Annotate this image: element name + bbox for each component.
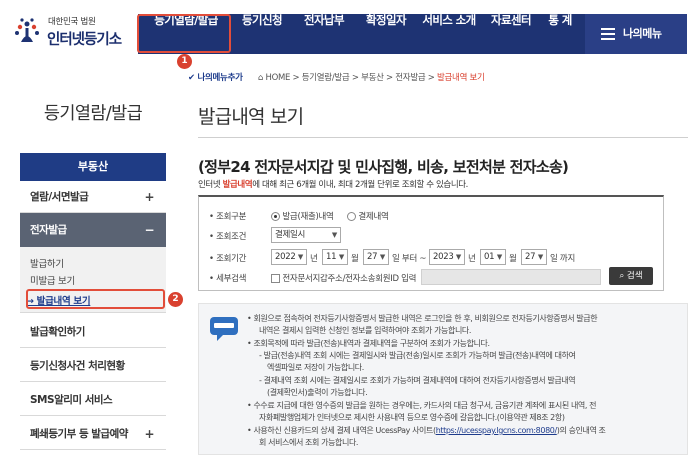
- radio-payment-history[interactable]: 결제내역: [347, 210, 389, 222]
- nav-service-intro[interactable]: 서비스 소개: [416, 0, 482, 40]
- court-logo[interactable]: 대한민국 법원 인터넷등기소: [10, 10, 128, 50]
- chevron-down-icon: ▼: [331, 231, 337, 239]
- breadcrumb-item[interactable]: 부동산: [361, 73, 384, 83]
- step-badge-1: 1: [177, 54, 192, 69]
- row-query-period: • 조회기간 2022 ▼ 년 11 ▼ 월 27 ▼ 일 부터 ~ 2023 ▼ 년 …: [209, 249, 659, 265]
- minus-icon: −: [144, 223, 154, 237]
- hamburger-icon: [601, 28, 615, 40]
- chevron-down-icon: ▼: [496, 253, 502, 261]
- breadcrumb-path: ⌂ HOME > 등기열람/발급 > 부동산 > 전자발급 > 발급내역 보기: [258, 73, 485, 83]
- sidebar-item-label: 등기신청사건 처리현황: [30, 360, 125, 372]
- service-headline: (정부24 전자문서지갑 및 민사집행, 비송, 보전처분 전자소송): [198, 158, 569, 176]
- breadcrumb-item[interactable]: 전자발급: [395, 73, 425, 83]
- notice-line: • 사용하신 신용카드의 상세 결제 내역은 UcessPay 사이트(http…: [247, 426, 606, 435]
- chevron-down-icon: ▼: [338, 253, 344, 261]
- plus-icon: +: [144, 427, 154, 441]
- chevron-down-icon: ▼: [455, 253, 461, 261]
- query-period-label: • 조회기간: [209, 254, 247, 264]
- detail-search-checkbox[interactable]: 전자문서지갑주소/전자소송회원ID 입력: [271, 272, 416, 284]
- nav-e-payment[interactable]: 전자납부: [292, 0, 356, 40]
- nav-highlight-box: [137, 14, 231, 53]
- row-detail-search: • 세부검색 전자문서지갑주소/전자소송회원ID 입력: [209, 269, 609, 285]
- sidebar-item-label: 열람/서면발급: [30, 191, 89, 203]
- submenu-issue[interactable]: 발급하기: [30, 256, 64, 270]
- step-badge-2: 2: [168, 292, 183, 307]
- notice-line: 내역은 결제시 입력한 신청인 정보를 입력하여야 조회가 가능합니다.: [259, 326, 472, 335]
- search-form: • 조회구분 발급(재출)내역 결제내역 • 조회조건 결제일시 ▼ • 조회기간…: [198, 195, 664, 291]
- detail-search-label: • 세부검색: [209, 274, 247, 284]
- sidebar-item-e-issue[interactable]: 전자발급 −: [20, 213, 166, 247]
- my-menu-label: 나의메뉴: [623, 27, 662, 40]
- chevron-down-icon: ▼: [537, 253, 543, 261]
- notice-line: 엑셀파일로 저장이 가능합니다.: [267, 363, 364, 372]
- nav-statistics[interactable]: 통 계: [540, 0, 580, 40]
- header: 대한민국 법원 인터넷등기소 등기열람/발급 등기신청 전자납부 확정일자 서비…: [0, 0, 698, 62]
- notice-line: • 조회목적에 따라 발급(전송)내역과 결제내역을 구분하여 조회가 가능합니…: [247, 339, 490, 348]
- page-title: 발급내역 보기: [198, 106, 304, 128]
- notice-line: (결제확인서)출력이 가능합니다.: [267, 388, 368, 397]
- submenu-highlight-box: [26, 289, 165, 309]
- submenu-unissued[interactable]: 미발급 보기: [30, 273, 75, 287]
- to-day-select[interactable]: 27 ▼: [521, 249, 547, 265]
- sidebar-title: 등기열람/발급: [43, 104, 143, 124]
- add-my-menu-link[interactable]: ✔ 나의메뉴추가: [188, 71, 243, 83]
- search-button[interactable]: ⌕ 검색: [609, 267, 653, 285]
- sidebar-item-label: SMS알리미 서비스: [30, 394, 113, 406]
- home-icon: ⌂: [258, 73, 264, 83]
- sidebar-section-header[interactable]: 부동산: [20, 153, 166, 181]
- search-icon: ⌕: [619, 271, 625, 281]
- chevron-down-icon: ▼: [297, 253, 303, 261]
- detail-search-input[interactable]: [421, 269, 601, 285]
- radio-issue-history[interactable]: 발급(재출)내역: [271, 210, 334, 222]
- sidebar-item-label: 전자발급: [30, 224, 67, 236]
- sidebar-item-label: 발급확인하기: [30, 326, 85, 338]
- breadcrumb-home[interactable]: HOME: [266, 73, 291, 83]
- sidebar-item-sms-alert[interactable]: SMS알리미 서비스: [20, 384, 166, 416]
- row-query-condition: • 조회조건 결제일시 ▼: [209, 227, 649, 243]
- nav-fixed-date[interactable]: 확정일자: [356, 0, 416, 40]
- breadcrumb-item[interactable]: 등기열람/발급: [302, 73, 350, 83]
- radio-icon: [347, 212, 356, 221]
- court-emblem-icon: [15, 18, 39, 42]
- checkbox-icon: [271, 274, 280, 283]
- query-type-label: • 조회구분: [209, 212, 247, 222]
- to-month-select[interactable]: 01 ▼: [480, 249, 506, 265]
- service-subnote: 인터넷 발급내역에 대해 최근 6개월 이내, 최대 2개월 단위로 조회할 수…: [198, 180, 468, 190]
- sidebar-item-label: 폐쇄등기부 등 발급예약: [30, 428, 128, 440]
- breadcrumb-current: 발급내역 보기: [437, 73, 485, 83]
- sidebar-item-view-written-issue[interactable]: 열람/서면발급 +: [20, 181, 166, 213]
- notice-line: - 발급(전송)내역 조회 시에는 결제일시와 발급(전송)일시로 조회가 가능…: [259, 351, 576, 360]
- radio-selected-icon: [271, 212, 280, 221]
- notice-line: 자화폐발행업체가 인터넷으로 제시한 사용내역 등으로 영수증에 갈음합니다.(…: [259, 413, 565, 422]
- title-divider: [198, 137, 688, 138]
- from-month-select[interactable]: 11 ▼: [322, 249, 348, 265]
- my-menu-button[interactable]: 나의메뉴: [585, 14, 687, 54]
- notice-line: 회 서비스에서 조회 가능합니다.: [259, 438, 359, 447]
- nav-data-center[interactable]: 자료센터: [482, 0, 540, 40]
- notice-line: - 결제내역 조회 시에는 결제일시로 조회가 가능하며 결제내역에 대하여 전…: [259, 376, 576, 385]
- logo-line2: 인터넷등기소: [47, 32, 122, 48]
- condition-select[interactable]: 결제일시 ▼: [271, 227, 341, 243]
- sidebar-item-case-status[interactable]: 등기신청사건 처리현황: [20, 350, 166, 382]
- query-condition-label: • 조회조건: [209, 232, 247, 242]
- from-year-select[interactable]: 2022 ▼: [271, 249, 307, 265]
- notice-line: • 수수료 지급에 대한 영수증의 발급을 원하는 경우에는, 카드사의 대금 …: [247, 401, 597, 410]
- from-day-select[interactable]: 27 ▼: [363, 249, 389, 265]
- check-icon: ✔: [188, 73, 195, 83]
- notice-icon: [210, 317, 238, 341]
- breadcrumb: ✔ 나의메뉴추가 ⌂ HOME > 등기열람/발급 > 부동산 > 전자발급 >…: [188, 71, 686, 87]
- nav-registry-application[interactable]: 등기신청: [232, 0, 292, 40]
- plus-icon: +: [144, 190, 154, 204]
- notice-box: • 회원으로 접속하여 전자등기사항증명서 발급한 내역은 로그인을 한 후, …: [198, 303, 688, 455]
- row-query-type: • 조회구분 발급(재출)내역 결제내역: [209, 207, 649, 223]
- chevron-down-icon: ▼: [379, 253, 385, 261]
- sidebar-item-issue-verify[interactable]: 발급확인하기: [20, 316, 166, 348]
- ucesspay-link[interactable]: https://ucesspay.lgcns.com:8080/: [436, 426, 557, 435]
- sidebar-item-closed-registry-reserve[interactable]: 폐쇄등기부 등 발급예약 +: [20, 418, 166, 450]
- to-year-select[interactable]: 2023 ▼: [429, 249, 465, 265]
- notice-line: • 회원으로 접속하여 전자등기사항증명서 발급한 내역은 로그인을 한 후, …: [247, 314, 598, 323]
- logo-line1: 대한민국 법원: [48, 17, 96, 27]
